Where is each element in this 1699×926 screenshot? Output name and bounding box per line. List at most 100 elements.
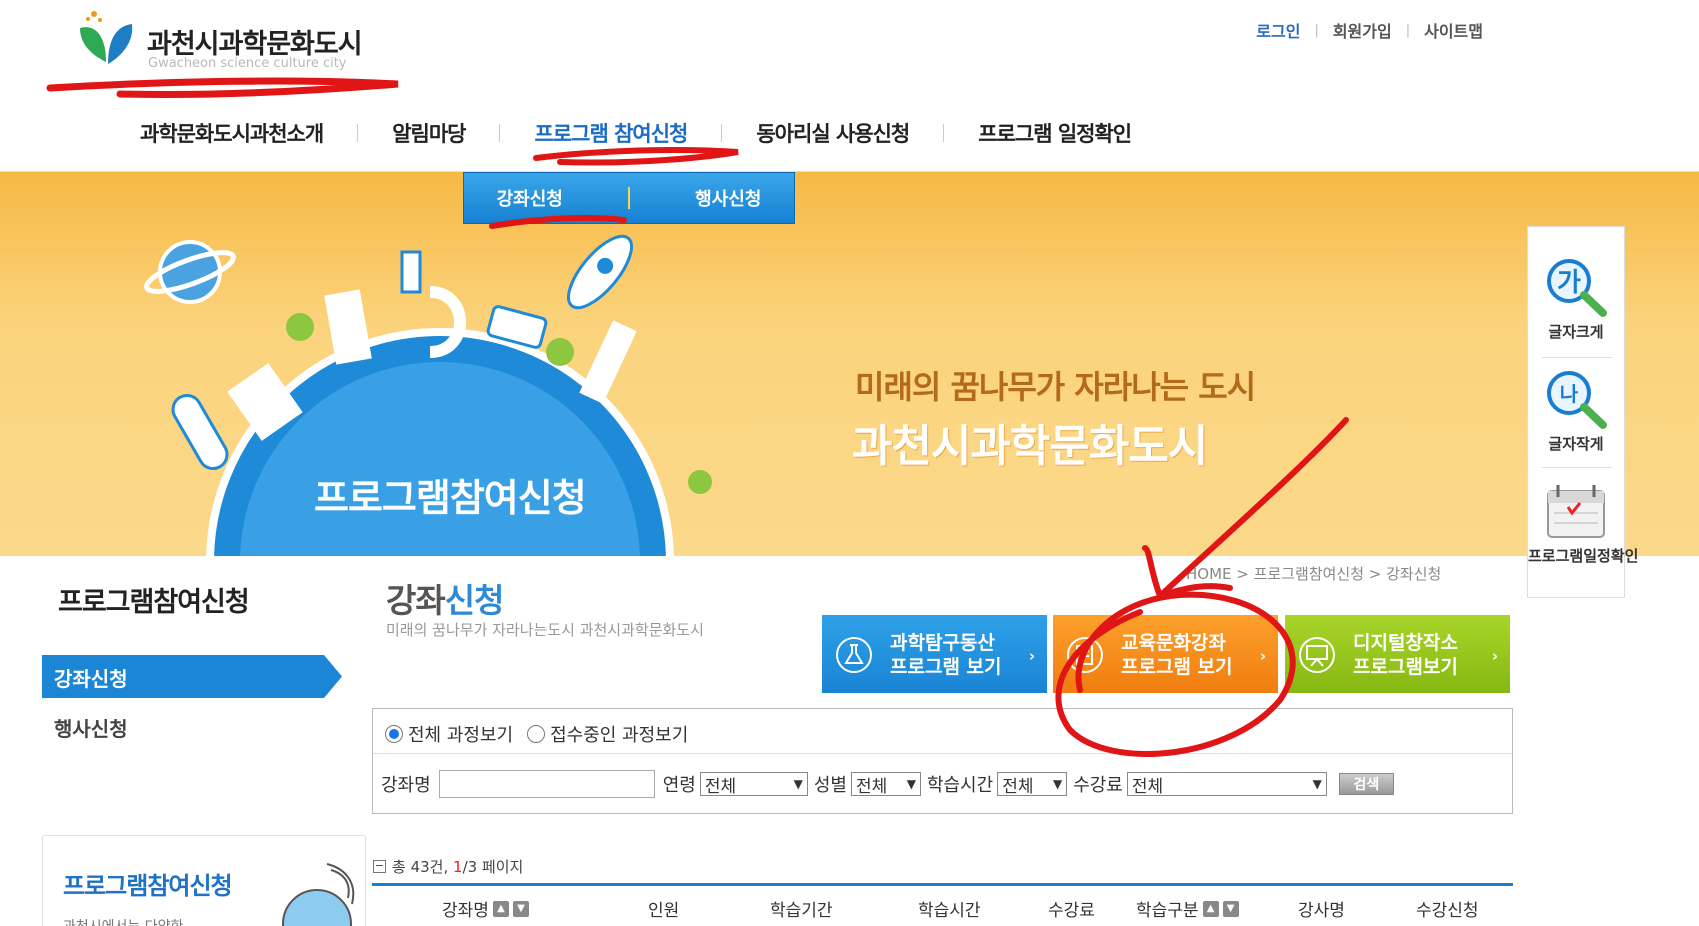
login-link[interactable]: 로그인 — [1256, 18, 1300, 42]
sort-up-icon[interactable]: ▲ — [492, 900, 509, 917]
nav-divider — [357, 124, 359, 142]
sidebar-item-label: 강좌신청 — [54, 667, 128, 691]
schedule-check-label: 프로그램일정확인 — [1528, 547, 1639, 565]
banner-slogan: 미래의 꿈나무가 자라나는 도시 — [855, 368, 1256, 406]
category-line2: 프로그램 보기 — [890, 656, 1002, 678]
gender-select[interactable]: 전체 ▼ — [850, 772, 921, 797]
banner-title: 프로그램참여신청 — [314, 476, 587, 520]
search-button[interactable]: 검색 — [1338, 773, 1394, 795]
radio-open-courses[interactable] — [527, 725, 546, 743]
calendar-icon — [1547, 485, 1605, 538]
study-time-select[interactable]: 전체 ▼ — [997, 772, 1068, 797]
page-title-part2: 신청 — [444, 581, 505, 620]
divider: | — [1405, 22, 1411, 38]
column-course-name: 강좌명 ▲ ▼ — [442, 896, 529, 921]
radio-open-label: 접수중인 과정보기 — [550, 725, 689, 746]
education-culture-button[interactable]: 교육문화강좌 프로그램 보기 › — [1053, 615, 1278, 693]
column-period: 학습기간 — [770, 896, 833, 921]
column-study-time: 학습시간 — [918, 896, 981, 921]
current-page: 1 — [453, 857, 463, 876]
banner-slogan-city: 과천시과학문화도시 — [852, 421, 1208, 472]
fee-select-value: 전체 — [1131, 776, 1164, 797]
gender-select-value: 전체 — [855, 776, 888, 797]
page-title: 강좌신청 — [386, 574, 505, 622]
column-label: 인원 — [648, 901, 680, 921]
radio-all-courses[interactable] — [385, 725, 403, 743]
age-select[interactable]: 전체 ▼ — [699, 772, 808, 797]
nav-item-about[interactable]: 과학문화도시과천소개 — [140, 118, 324, 148]
nav-item-schedule[interactable]: 프로그램 일정확인 — [978, 118, 1132, 148]
age-label: 연령 — [662, 775, 696, 796]
course-name-label: 강좌명 — [381, 775, 431, 796]
course-table-header: 강좌명 ▲ ▼ 인원 학습기간 학습시간 수강료 학습구분 ▲ ▼ 강사명 수강… — [372, 886, 1513, 926]
sitemap-link[interactable]: 사이트맵 — [1424, 18, 1483, 42]
digital-maker-button[interactable]: 디지털창작소 프로그램보기 › — [1285, 615, 1510, 693]
notepad-icon — [1067, 637, 1103, 673]
sort-down-icon[interactable]: ▼ — [512, 900, 529, 917]
sort-up-icon[interactable]: ▲ — [1202, 900, 1219, 917]
category-line1: 교육문화강좌 — [1121, 632, 1226, 654]
column-capacity: 인원 — [648, 896, 679, 921]
search-fields: 강좌명 연령 전체 ▼ 성별 전체 ▼ 학습시간 전체 ▼ 수강료 전체 ▼ 검색 — [381, 770, 1394, 798]
sub-navigation: 강좌신청 행사신청 — [463, 172, 795, 224]
font-size-down-label: 글자작게 — [1548, 435, 1604, 453]
sidebar-item-event-apply[interactable]: 행사신청 — [54, 713, 128, 742]
category-line2: 프로그램 보기 — [1121, 656, 1233, 678]
logo-subtitle: Gwacheon science culture city — [148, 56, 347, 71]
column-apply: 수강신청 — [1416, 896, 1479, 921]
flask-icon — [836, 637, 872, 673]
font-size-up-label: 글자크게 — [1548, 323, 1604, 341]
nav-item-notice[interactable]: 알림마당 — [392, 118, 466, 148]
course-name-input[interactable] — [438, 770, 655, 798]
divider: | — [1314, 22, 1319, 38]
category-label: 디지털창작소 프로그램보기 — [1353, 631, 1458, 679]
nav-divider — [499, 124, 501, 142]
site-logo[interactable]: 과천시과학문화도시 Gwacheon science culture city — [72, 8, 392, 78]
category-label: 교육문화강좌 프로그램 보기 — [1121, 631, 1233, 679]
sidebar-item-lecture-apply[interactable]: 강좌신청 — [42, 655, 342, 698]
breadcrumb: HOME > 프로그램참여신청 > 강좌신청 — [1186, 565, 1442, 583]
page-subtitle: 미래의 꿈나무가 자라나는도시 과천시과학문화도시 — [386, 621, 704, 639]
submenu-event-apply[interactable]: 행사신청 — [695, 185, 761, 211]
divider — [1542, 357, 1612, 358]
promo-box[interactable]: 프로그램참여신청 과천시에서는 다양한 — [42, 835, 366, 926]
category-label: 과학탐구동산 프로그램 보기 — [890, 631, 1002, 679]
font-size-up-button[interactable]: 가 글자크게 — [1528, 255, 1624, 342]
column-label: 수강신청 — [1416, 901, 1479, 921]
site-header: 과천시과학문화도시 Gwacheon science culture city … — [0, 0, 1699, 172]
column-category: 학습구분 ▲ ▼ — [1136, 896, 1239, 921]
column-instructor: 강사명 — [1298, 896, 1345, 921]
study-time-select-value: 전체 — [1002, 776, 1034, 797]
chevron-right-icon: › — [1028, 647, 1035, 665]
font-down-glyph: 나 — [1560, 382, 1579, 406]
schedule-check-button[interactable]: 프로그램일정확인 — [1528, 483, 1639, 566]
fee-select[interactable]: 전체 ▼ — [1126, 772, 1327, 797]
nav-item-club-room[interactable]: 동아리실 사용신청 — [756, 118, 910, 148]
sidebar-title: 프로그램참여신청 — [58, 587, 250, 618]
font-size-down-button[interactable]: 나 글자작게 — [1528, 367, 1624, 454]
nav-item-program-apply[interactable]: 프로그램 참여신청 — [534, 118, 688, 148]
sort-down-icon[interactable]: ▼ — [1222, 900, 1239, 917]
butterfly-logo-icon — [80, 11, 133, 64]
science-exploration-button[interactable]: 과학탐구동산 프로그램 보기 › — [822, 615, 1047, 693]
category-line2: 프로그램보기 — [1353, 656, 1458, 678]
promo-title: 프로그램참여신청 — [63, 872, 233, 900]
gender-label: 성별 — [813, 775, 847, 796]
column-label: 수강료 — [1048, 901, 1095, 921]
utility-links: 로그인 | 회원가입 | 사이트맵 — [1256, 18, 1483, 42]
chevron-right-icon: › — [1491, 647, 1498, 665]
view-mode-radios: 전체 과정보기 접수중인 과정보기 — [385, 721, 688, 747]
quick-panel: 가 글자크게 나 글자작게 프로그램일정확인 — [1527, 226, 1639, 598]
column-fee: 수강료 — [1048, 896, 1095, 921]
chevron-down-icon: ▼ — [1312, 777, 1322, 791]
submenu-lecture-apply[interactable]: 강좌신청 — [497, 185, 563, 211]
column-label: 강사명 — [1298, 901, 1345, 921]
count-suffix: /3 페이지 — [462, 858, 524, 876]
signup-link[interactable]: 회원가입 — [1333, 18, 1392, 42]
divider — [373, 753, 1512, 754]
magnifier-font-up-icon: 가 — [1547, 259, 1607, 317]
column-label: 학습기간 — [770, 901, 833, 921]
search-filter-panel: 전체 과정보기 접수중인 과정보기 강좌명 연령 전체 ▼ 성별 전체 ▼ 학습시간… — [372, 708, 1513, 814]
globe-icon — [282, 863, 355, 926]
promo-subtitle: 과천시에서는 다양한 — [63, 916, 183, 926]
